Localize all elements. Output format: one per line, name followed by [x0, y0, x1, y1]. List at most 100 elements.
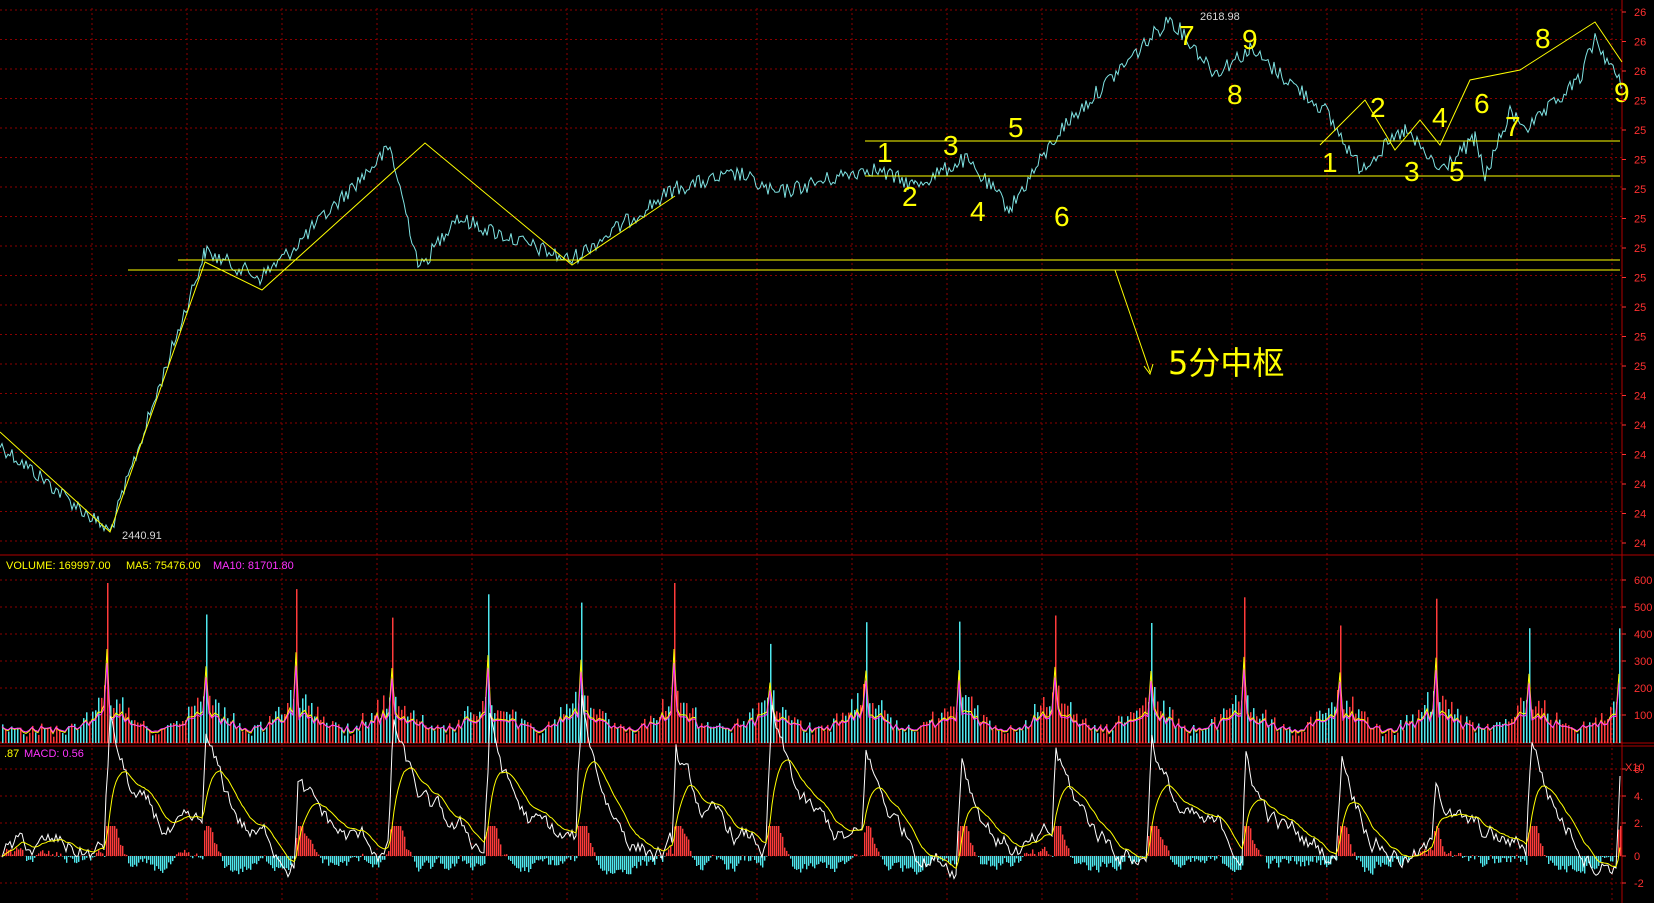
volume-bar	[824, 731, 826, 743]
macd-bar	[1168, 850, 1170, 856]
macd-bar	[200, 856, 202, 858]
macd-bar	[716, 856, 718, 860]
macd-bar	[634, 856, 636, 866]
macd-bar	[1428, 850, 1430, 856]
volume-bar	[1286, 730, 1288, 743]
volume-bar	[407, 716, 409, 743]
macd-bar	[708, 856, 710, 862]
wave-label: 5	[1008, 112, 1024, 143]
macd-bar	[42, 850, 44, 856]
macd-bar	[1012, 856, 1014, 866]
volume-bar	[608, 719, 610, 743]
volume-bar	[428, 728, 430, 743]
macd-bar	[614, 856, 616, 874]
macd-bar	[452, 856, 454, 864]
volume-bar	[986, 717, 988, 743]
macd-bar	[700, 856, 702, 870]
macd-bar	[888, 856, 890, 871]
macd-bar	[1098, 856, 1100, 873]
macd-bar	[1144, 856, 1146, 857]
volume-bar	[1352, 696, 1354, 743]
macd-bar	[134, 856, 136, 865]
macd-bar	[1382, 856, 1384, 863]
macd-bar	[600, 856, 602, 869]
macd-bar	[112, 826, 114, 856]
macd-bar	[1520, 856, 1522, 862]
volume-bar	[92, 711, 94, 743]
macd-bar	[414, 856, 416, 862]
macd-bar	[540, 856, 542, 860]
macd-bar	[704, 856, 706, 866]
macd-bar	[994, 856, 996, 867]
macd-bar	[160, 856, 162, 871]
low-label: 2440.91	[122, 530, 162, 542]
macd-bar	[1440, 839, 1442, 856]
macd-bar	[428, 856, 430, 863]
macd-bar	[506, 854, 508, 856]
macd-bar	[478, 856, 480, 865]
volume-bar	[164, 728, 166, 743]
volume-bar	[1067, 705, 1069, 743]
price-axis-label: 25	[1634, 302, 1646, 314]
volume-bar	[281, 714, 283, 743]
macd-bar	[318, 854, 320, 856]
macd-bar	[122, 845, 124, 856]
macd-bar	[1534, 826, 1536, 856]
macd-bar	[710, 856, 712, 858]
macd-bar	[1364, 856, 1366, 872]
macd-bar	[524, 856, 526, 871]
macd-bar	[16, 847, 18, 856]
macd-bar	[986, 856, 988, 865]
macd-bar	[632, 856, 634, 868]
volume-bar	[1547, 713, 1549, 743]
macd-bar	[1092, 856, 1094, 867]
volume-bar	[1361, 711, 1363, 743]
volume-bar	[1082, 719, 1084, 743]
macd-bar	[790, 856, 792, 859]
macd-bar	[562, 856, 564, 864]
macd-bar	[1040, 851, 1042, 856]
macd-bar	[1608, 856, 1610, 858]
macd-bar	[1384, 856, 1386, 865]
macd-bar	[1198, 856, 1200, 861]
volume-bar	[1328, 708, 1330, 743]
macd-bar	[952, 856, 954, 861]
macd-bar	[1560, 856, 1562, 870]
volume-bar	[263, 732, 265, 743]
volume-bar	[242, 731, 244, 743]
macd-bar	[338, 856, 340, 866]
volume-bar	[275, 711, 277, 743]
macd-bar	[1342, 826, 1344, 856]
volume-bar	[887, 713, 889, 743]
macd-bar	[1206, 856, 1208, 861]
macd-bar	[876, 848, 878, 856]
macd-bar	[1506, 856, 1508, 862]
macd-bar	[1212, 856, 1214, 857]
macd-bar	[1090, 856, 1092, 871]
macd-bar	[1268, 856, 1270, 869]
macd-bar	[898, 856, 900, 863]
macd-bar	[1460, 852, 1462, 856]
macd-bar	[760, 856, 762, 866]
macd-bar	[470, 856, 472, 868]
macd-bar	[366, 856, 368, 862]
macd-bar	[538, 856, 540, 861]
macd-bar	[1358, 856, 1360, 858]
macd-bar	[1486, 856, 1488, 865]
macd-bar	[806, 856, 808, 870]
macd-bar	[1000, 856, 1002, 866]
macd-bar	[1438, 827, 1440, 856]
volume-bar	[521, 718, 523, 743]
macd-bar	[240, 856, 242, 869]
volume-bar	[1325, 712, 1327, 743]
macd-bar	[1594, 856, 1596, 870]
volume-bar	[269, 716, 271, 743]
macd-bar	[1602, 856, 1604, 857]
macd-bar	[92, 856, 94, 858]
macd-bar	[684, 833, 686, 856]
macd-bar	[1380, 856, 1382, 867]
macd-bar	[808, 856, 810, 866]
macd-bar	[1008, 856, 1010, 863]
price-axis-label: 24	[1634, 538, 1646, 550]
volume-bar	[1169, 707, 1171, 743]
